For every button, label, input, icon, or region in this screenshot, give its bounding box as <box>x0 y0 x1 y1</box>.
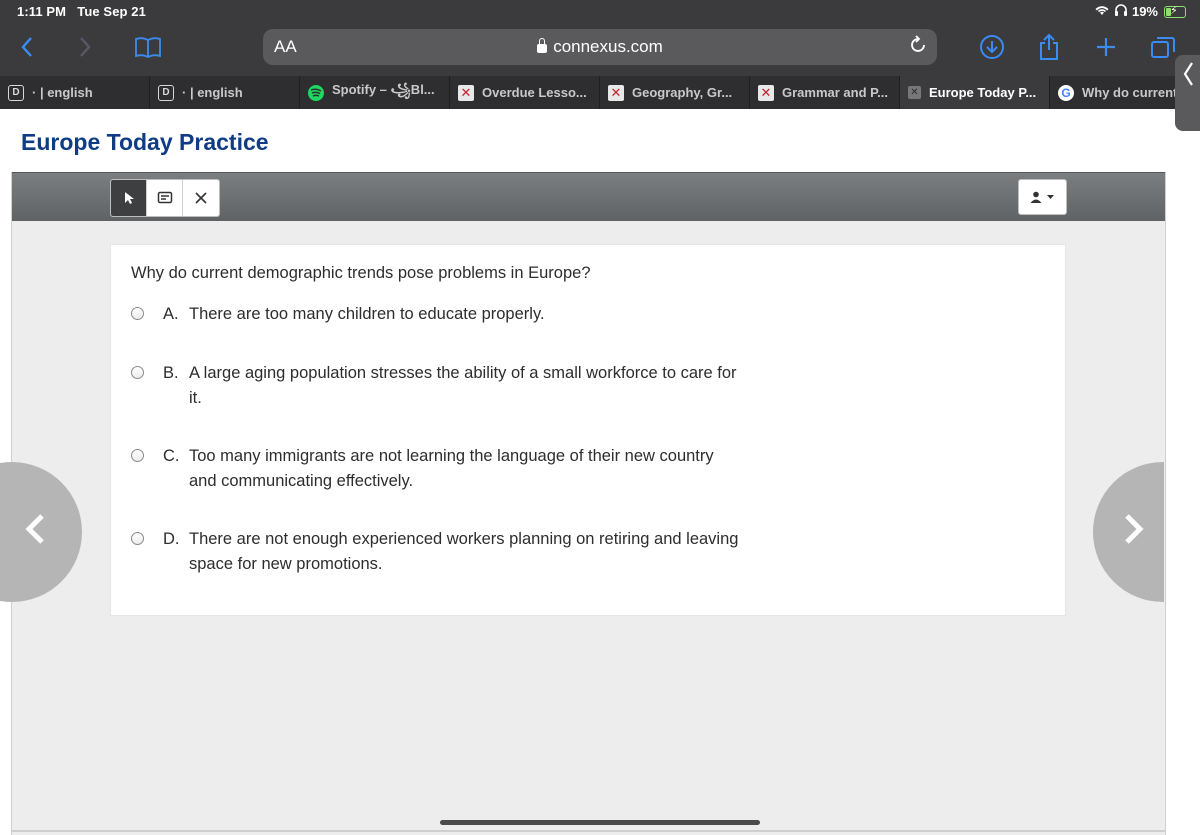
question-prompt: Why do current demographic trends pose p… <box>131 264 591 282</box>
x-icon: ✕ <box>758 84 774 101</box>
choice-text: There are not enough experienced workers… <box>189 530 739 573</box>
status-indicators: 19% ⚡ <box>1094 4 1186 19</box>
assessment-frame: Why do current demographic trends pose p… <box>11 172 1166 835</box>
browser-tab[interactable]: ✕ Grammar and P... <box>750 76 900 109</box>
radio-button[interactable] <box>131 366 144 379</box>
browser-tab[interactable]: D · | english <box>150 76 300 109</box>
tab-label: Why do current <box>1082 85 1178 100</box>
downloads-button[interactable] <box>975 30 1009 64</box>
battery-percent: 19% <box>1131 4 1158 19</box>
url-text: connexus.com <box>553 37 663 56</box>
answer-choice-d[interactable]: D. There are not enough experienced work… <box>131 527 764 576</box>
tab-label: · | english <box>32 85 93 100</box>
browser-tab[interactable]: D · | english <box>0 76 150 109</box>
address-bar[interactable]: AA connexus.com <box>263 29 937 65</box>
pointer-tool-button[interactable] <box>111 180 147 216</box>
choice-letter: B. <box>163 364 179 382</box>
browser-tab[interactable]: Spotify – ꧁Bl... <box>300 76 450 109</box>
status-time: 1:11 PM Tue Sep 21 <box>17 4 146 19</box>
browser-tab[interactable]: ✕ Overdue Lesso... <box>450 76 600 109</box>
eliminate-tool-button[interactable] <box>183 180 219 216</box>
home-indicator[interactable] <box>440 820 760 825</box>
chevron-left-icon <box>24 507 46 557</box>
tab-bar: D · | english D · | english Spotify – ꧁B… <box>0 76 1200 109</box>
choice-letter: C. <box>163 447 180 465</box>
choice-letter: D. <box>163 530 180 548</box>
note-tool-button[interactable] <box>147 180 183 216</box>
assessment-toolbar <box>12 172 1165 221</box>
choice-letter: A. <box>163 305 179 323</box>
tool-group <box>110 179 220 217</box>
frame-bottom-border <box>11 830 1166 832</box>
question-card: Why do current demographic trends pose p… <box>110 244 1066 616</box>
tab-label: Grammar and P... <box>782 85 888 100</box>
tab-label: Geography, Gr... <box>632 85 733 100</box>
tab-label: · | english <box>182 85 243 100</box>
new-tab-button[interactable] <box>1089 30 1123 64</box>
browser-tab-active[interactable]: ✕ Europe Today P... <box>900 76 1050 109</box>
choice-text: A large aging population stresses the ab… <box>189 364 737 407</box>
browser-tab[interactable]: G Why do current <box>1050 76 1180 109</box>
sidebar-toggle-handle[interactable] <box>1175 55 1200 131</box>
time-text: 1:11 PM <box>17 4 67 19</box>
forward-button[interactable] <box>68 30 102 64</box>
answer-choice-c[interactable]: C. Too many immigrants are not learning … <box>131 444 739 493</box>
radio-button[interactable] <box>131 532 144 545</box>
chevron-right-icon <box>1123 507 1145 557</box>
share-button[interactable] <box>1032 30 1066 64</box>
eliminate-icon <box>195 192 207 204</box>
back-button[interactable] <box>10 30 44 64</box>
battery-icon: ⚡ <box>1164 5 1186 18</box>
url-display[interactable]: connexus.com <box>263 37 937 57</box>
radio-button[interactable] <box>131 307 144 320</box>
d-favicon-icon: D <box>8 84 24 101</box>
user-icon <box>1030 191 1042 203</box>
reload-icon[interactable] <box>909 34 927 60</box>
user-menu-button[interactable] <box>1018 179 1067 215</box>
tab-label: Overdue Lesso... <box>482 85 587 100</box>
close-tab-icon[interactable]: ✕ <box>908 86 921 99</box>
tab-label: Spotify – ꧁Bl... <box>332 82 435 97</box>
wifi-icon <box>1094 4 1110 19</box>
page-title: Europe Today Practice <box>21 129 269 155</box>
tab-label: Europe Today P... <box>929 85 1037 100</box>
google-icon: G <box>1058 84 1074 101</box>
answer-choice-b[interactable]: B. A large aging population stresses the… <box>131 361 739 410</box>
lock-icon <box>537 38 548 53</box>
note-icon <box>157 191 172 204</box>
pointer-icon <box>124 192 134 204</box>
choice-text: There are too many children to educate p… <box>189 305 545 323</box>
caret-down-icon <box>1047 195 1054 199</box>
x-icon: ✕ <box>608 84 624 101</box>
answer-choice-a[interactable]: A. There are too many children to educat… <box>131 302 739 327</box>
browser-chrome: 1:11 PM Tue Sep 21 19% ⚡ AA connexus.com <box>0 0 1200 76</box>
radio-button[interactable] <box>131 449 144 462</box>
browser-tab[interactable]: ✕ Geography, Gr... <box>600 76 750 109</box>
spotify-icon <box>308 84 324 101</box>
bookmarks-button[interactable] <box>131 30 165 64</box>
d-favicon-icon: D <box>158 84 174 101</box>
date-text: Tue Sep 21 <box>77 4 146 19</box>
x-icon: ✕ <box>458 84 474 101</box>
choice-text: Too many immigrants are not learning the… <box>189 447 714 490</box>
headphones-icon <box>1114 4 1128 19</box>
